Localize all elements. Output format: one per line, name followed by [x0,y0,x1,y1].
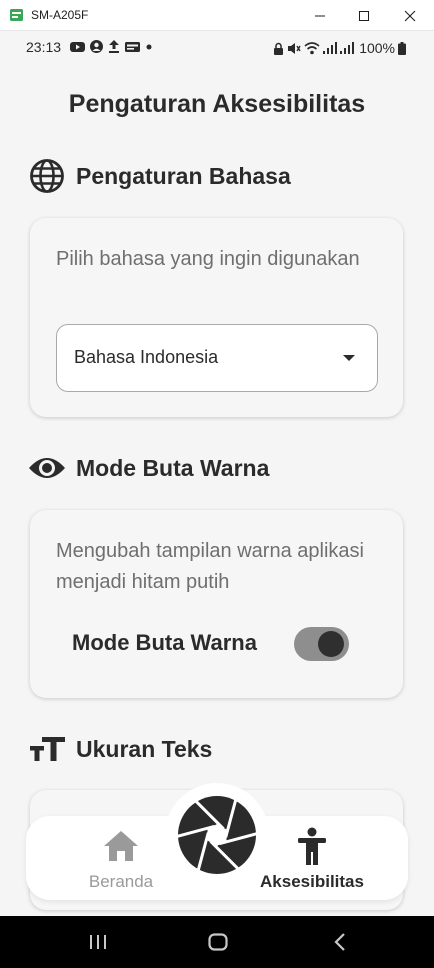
minimize-button[interactable] [310,6,330,26]
language-description: Pilih bahasa yang ingin digunakan [56,248,360,270]
language-card: Pilih bahasa yang ingin digunakan Bahasa… [30,218,403,417]
android-navigation-bar [0,916,434,968]
colorblind-toggle-label: Mode Buta Warna [72,630,257,655]
language-section-title: Pengaturan Bahasa [76,162,291,189]
window-title: SM-A205F [31,8,89,22]
language-dropdown-value: Bahasa Indonesia [74,347,219,367]
language-section-header: Pengaturan Bahasa [28,157,291,195]
youtube-icon [70,41,85,52]
back-button[interactable] [328,930,352,954]
maximize-button[interactable] [354,6,374,26]
nav-home-label: Beranda [88,872,154,891]
close-button[interactable] [400,6,420,26]
more-notifications-dot-icon [146,44,152,49]
camera-button[interactable] [165,783,269,887]
back-icon [334,933,345,951]
recent-apps-button[interactable] [86,930,110,954]
close-icon [404,10,416,22]
globe-icon [28,157,66,195]
wifi-icon [304,41,320,54]
home-icon [104,831,138,861]
colorblind-toggle[interactable] [294,627,349,661]
minimize-icon [315,15,325,17]
app-screen: Pengaturan Aksesibilitas Pengaturan Baha… [0,63,434,916]
recent-apps-icon [90,935,106,949]
system-status-icons: 100% [273,40,406,56]
language-dropdown[interactable]: Bahasa Indonesia [56,324,378,392]
colorblind-section-title: Mode Buta Warna [76,454,270,481]
upload-icon [109,40,119,53]
camera-shutter-icon [177,796,257,874]
home-system-icon [208,933,228,951]
page-title: Pengaturan Aksesibilitas [68,90,366,118]
text-size-section-title: Ukuran Teks [76,735,213,762]
battery-percentage: 100% [359,40,395,56]
notification-icons [70,40,153,53]
mute-icon [288,42,301,54]
home-system-button[interactable] [206,930,230,954]
app-notification-icon [125,41,140,52]
signal-2-icon [340,42,355,54]
text-size-icon [28,730,66,768]
battery-icon [398,41,406,55]
status-time: 23:13 [26,39,62,55]
maximize-icon [359,11,369,21]
colorblind-section-header: Mode Buta Warna [28,449,269,487]
eye-icon [28,449,66,487]
lock-icon [274,42,284,55]
colorblind-description: Mengubah tampilan warna aplikasi menjadi… [56,540,364,593]
window-titlebar: SM-A205F [0,0,434,31]
toggle-knob [318,631,344,657]
app-icon [10,9,23,21]
account-icon [90,40,103,53]
signal-icon [323,42,338,54]
nav-accessibility-label: Aksesibilitas [260,872,364,891]
accessibility-icon [298,827,326,865]
chevron-down-icon [343,355,355,361]
text-size-section-header: Ukuran Teks [28,730,212,768]
status-bar: 23:13 100% [0,31,434,63]
colorblind-card: Mengubah tampilan warna aplikasi menjadi… [30,510,403,698]
